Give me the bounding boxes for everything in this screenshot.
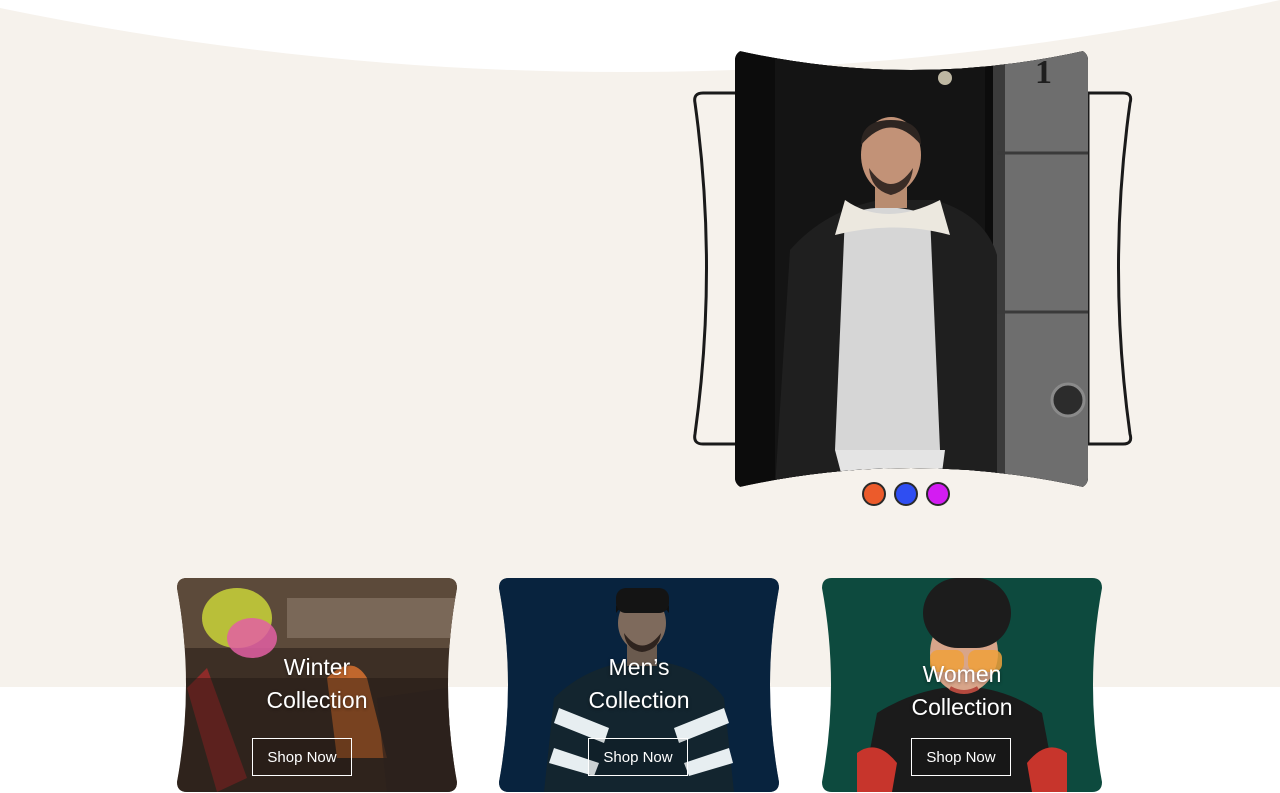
- collection-title-line2: Collection: [266, 687, 368, 713]
- shop-now-button[interactable]: Shop Now: [252, 738, 352, 776]
- collection-title-line2: Collection: [588, 687, 690, 713]
- collection-title-line2: Collection: [911, 694, 1013, 720]
- hero-image-frame: 1: [693, 50, 1133, 490]
- collection-card-winter[interactable]: Winter Collection Shop Now: [177, 578, 457, 792]
- collection-card-mens[interactable]: Men’s Collection Shop Now: [499, 578, 779, 792]
- carousel-dots: [862, 482, 950, 506]
- shop-now-button[interactable]: Shop Now: [588, 738, 688, 776]
- collection-title-line1: Winter: [283, 654, 351, 680]
- hero-model-photo: 1: [735, 50, 1088, 488]
- carousel-dot-3[interactable]: [926, 482, 950, 506]
- collection-title-line1: Men’s: [608, 654, 670, 680]
- collection-title-line1: Women: [922, 661, 1002, 687]
- collection-card-women[interactable]: Women Collection Shop Now: [822, 578, 1102, 792]
- carousel-dot-2[interactable]: [894, 482, 918, 506]
- shop-now-button[interactable]: Shop Now: [911, 738, 1011, 776]
- carousel-dot-1[interactable]: [862, 482, 886, 506]
